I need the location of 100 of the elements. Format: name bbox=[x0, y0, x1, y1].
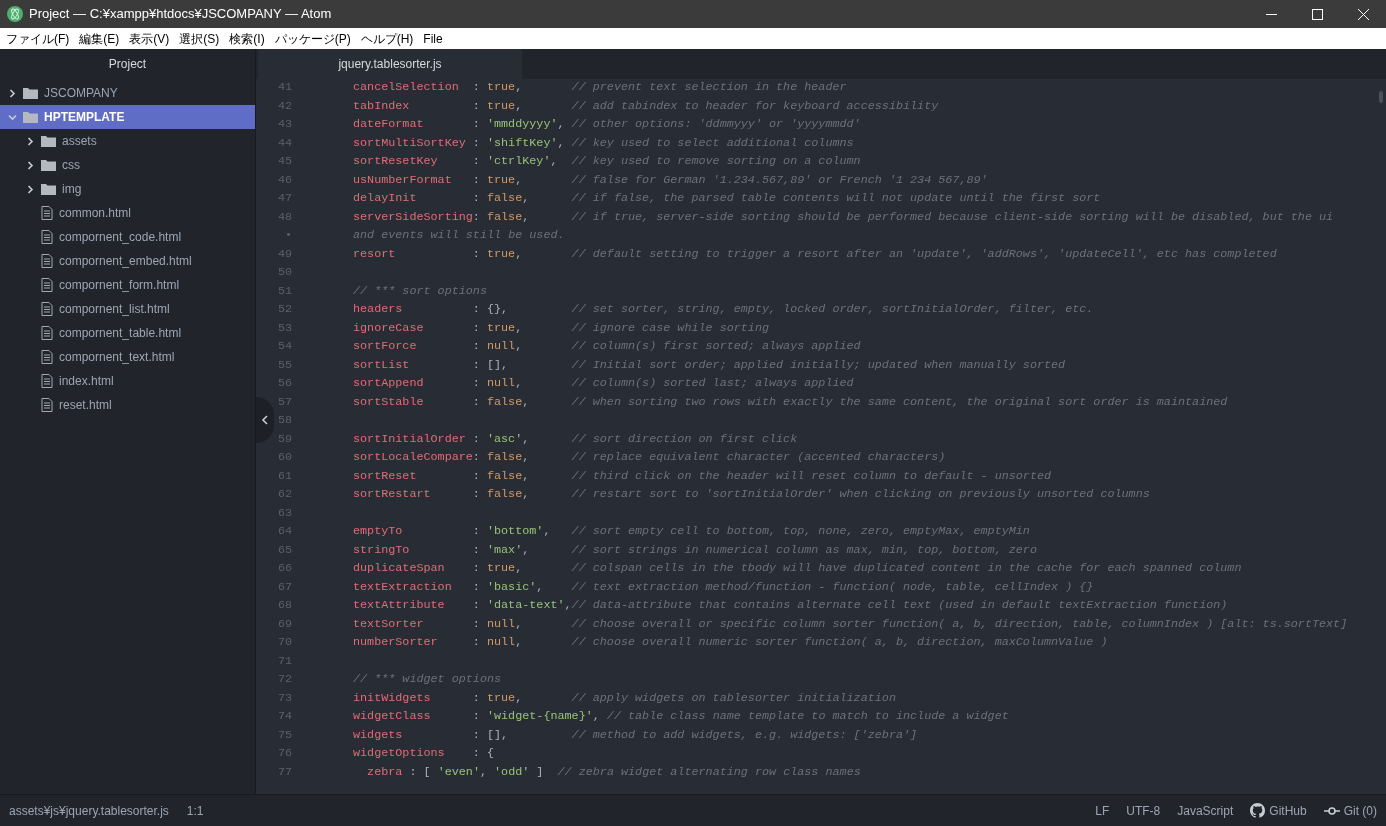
property-name: sortList bbox=[353, 356, 411, 374]
menu-item[interactable]: 表示(V) bbox=[124, 29, 175, 48]
colon: : bbox=[472, 172, 481, 187]
colon: : bbox=[472, 209, 481, 224]
scrollbar-thumb[interactable] bbox=[1379, 91, 1383, 103]
property-value: 'shiftKey' bbox=[486, 135, 558, 150]
file-icon bbox=[41, 350, 53, 364]
comma: , bbox=[515, 80, 523, 95]
menu-item[interactable]: 選択(S) bbox=[174, 29, 225, 48]
code-comment: // table class name template to match to include a widget bbox=[606, 709, 1009, 724]
chevron-right-icon[interactable] bbox=[26, 136, 35, 146]
property-value: false bbox=[486, 450, 523, 465]
code-comment: // if false, the parsed table contents will not update until the first sort bbox=[571, 191, 1101, 206]
encoding[interactable]: UTF-8 bbox=[1126, 801, 1161, 820]
comma: , bbox=[515, 376, 523, 391]
code-comment: // colspan cells in the tbody will have duplicated content in the cache for each spanned column bbox=[571, 561, 1242, 576]
code-comment: // text extraction method/function - function( node, table, cellIndex ) {} bbox=[571, 579, 1094, 594]
item-name: compornent_list.html bbox=[59, 301, 170, 318]
file-row[interactable]: reset.html bbox=[0, 393, 255, 417]
property-name: sortResetKey bbox=[353, 153, 439, 171]
menu-item[interactable]: 編集(E) bbox=[74, 29, 125, 48]
comma: , bbox=[515, 339, 523, 354]
colon: : bbox=[472, 431, 481, 446]
colon: : bbox=[472, 727, 481, 742]
chevron-right-icon[interactable] bbox=[8, 88, 17, 98]
github-button[interactable]: GitHub bbox=[1250, 801, 1307, 820]
property-value: 'asc' bbox=[486, 431, 523, 446]
file-icon bbox=[41, 278, 53, 292]
colon: : bbox=[472, 468, 481, 483]
comma: , bbox=[557, 117, 565, 132]
code-token: 'even' bbox=[437, 764, 480, 779]
menu-item[interactable]: ファイル(F) bbox=[1, 29, 75, 48]
file-icon bbox=[41, 326, 53, 340]
colon: : bbox=[472, 320, 481, 335]
chevron-right-icon[interactable] bbox=[26, 184, 35, 194]
code-comment: // column(s) first sorted; always applied bbox=[571, 339, 861, 354]
code-token: : [ bbox=[408, 764, 432, 779]
file-path[interactable]: assets¥js¥jquery.tablesorter.js bbox=[9, 801, 169, 820]
chevron-down-icon[interactable] bbox=[8, 112, 17, 122]
colon: : bbox=[472, 616, 481, 631]
property-name: cancelSelection bbox=[353, 79, 460, 97]
folder-row[interactable]: JSCOMPANY bbox=[0, 81, 255, 105]
commit-icon bbox=[1323, 805, 1340, 816]
code-comment: // choose overall numeric sorter function( a, b, direction, maxColumnValue ) bbox=[571, 635, 1108, 650]
colon: : bbox=[472, 394, 481, 409]
comma: , bbox=[522, 468, 530, 483]
file-row[interactable]: compornent_table.html bbox=[0, 321, 255, 345]
folder-row[interactable]: assets bbox=[0, 129, 255, 153]
property-name: sortMultiSortKey bbox=[353, 134, 467, 152]
folder-row[interactable]: css bbox=[0, 153, 255, 177]
item-name: reset.html bbox=[59, 397, 112, 414]
folder-row[interactable]: HPTEMPLATE bbox=[0, 105, 255, 129]
comma: , bbox=[522, 394, 530, 409]
menu-item[interactable]: パッケージ(P) bbox=[269, 29, 356, 48]
file-row[interactable]: compornent_form.html bbox=[0, 273, 255, 297]
file-row[interactable]: compornent_text.html bbox=[0, 345, 255, 369]
menu-item[interactable]: ヘルプ(H) bbox=[355, 29, 419, 48]
property-value: 'mmddyyyy' bbox=[486, 117, 558, 132]
colon: : bbox=[472, 357, 481, 372]
property-name: sortReset bbox=[353, 467, 418, 485]
line-ending[interactable]: LF bbox=[1095, 801, 1110, 820]
menu-item[interactable]: File bbox=[418, 29, 448, 48]
property-value: true bbox=[486, 561, 516, 576]
item-name: assets bbox=[62, 133, 97, 150]
cursor-position[interactable]: 1:1 bbox=[186, 801, 204, 820]
code-token: zebra bbox=[366, 764, 403, 779]
code-comment: // sort direction on first click bbox=[571, 431, 798, 446]
file-icon bbox=[41, 206, 53, 220]
file-row[interactable]: index.html bbox=[0, 369, 255, 393]
colon: : bbox=[472, 339, 481, 354]
collapse-panel-button[interactable] bbox=[256, 397, 274, 443]
colon: : bbox=[472, 709, 481, 724]
item-name: css bbox=[62, 157, 80, 174]
file-row[interactable]: compornent_list.html bbox=[0, 297, 255, 321]
file-row[interactable]: compornent_code.html bbox=[0, 225, 255, 249]
comma: , bbox=[522, 487, 530, 502]
file-row[interactable]: compornent_embed.html bbox=[0, 249, 255, 273]
code-comment: // when sorting two rows with exactly the same content, the original sort order is maintained bbox=[571, 394, 1228, 409]
editor-tab[interactable]: jquery.tablesorter.js bbox=[258, 49, 522, 79]
colon: : bbox=[472, 635, 481, 650]
chevron-right-icon[interactable] bbox=[26, 160, 35, 170]
item-name: compornent_text.html bbox=[59, 349, 175, 366]
panel-title[interactable]: Project bbox=[108, 55, 147, 73]
colon: : bbox=[472, 487, 481, 502]
property-value: null bbox=[486, 635, 516, 650]
comma: , bbox=[515, 690, 523, 705]
maximize-icon bbox=[1311, 8, 1323, 20]
property-name: headers bbox=[353, 301, 404, 319]
file-icon bbox=[41, 254, 53, 268]
property-name: delayInit bbox=[353, 190, 418, 208]
property-name: dateFormat bbox=[353, 116, 425, 134]
property-name: serverSideSorting bbox=[353, 208, 473, 226]
folder-row[interactable]: img bbox=[0, 177, 255, 201]
property-value: [] bbox=[486, 357, 502, 372]
code-comment: // Initial sort order; applied initially; updated when manually sorted bbox=[571, 357, 1066, 372]
code-comment: // method to add widgets, e.g. widgets: ['zebra'] bbox=[571, 727, 918, 742]
file-row[interactable]: common.html bbox=[0, 201, 255, 225]
git-button[interactable]: Git (0) bbox=[1323, 801, 1377, 820]
grammar[interactable]: JavaScript bbox=[1177, 801, 1234, 820]
menu-item[interactable]: 検索(I) bbox=[224, 29, 270, 48]
